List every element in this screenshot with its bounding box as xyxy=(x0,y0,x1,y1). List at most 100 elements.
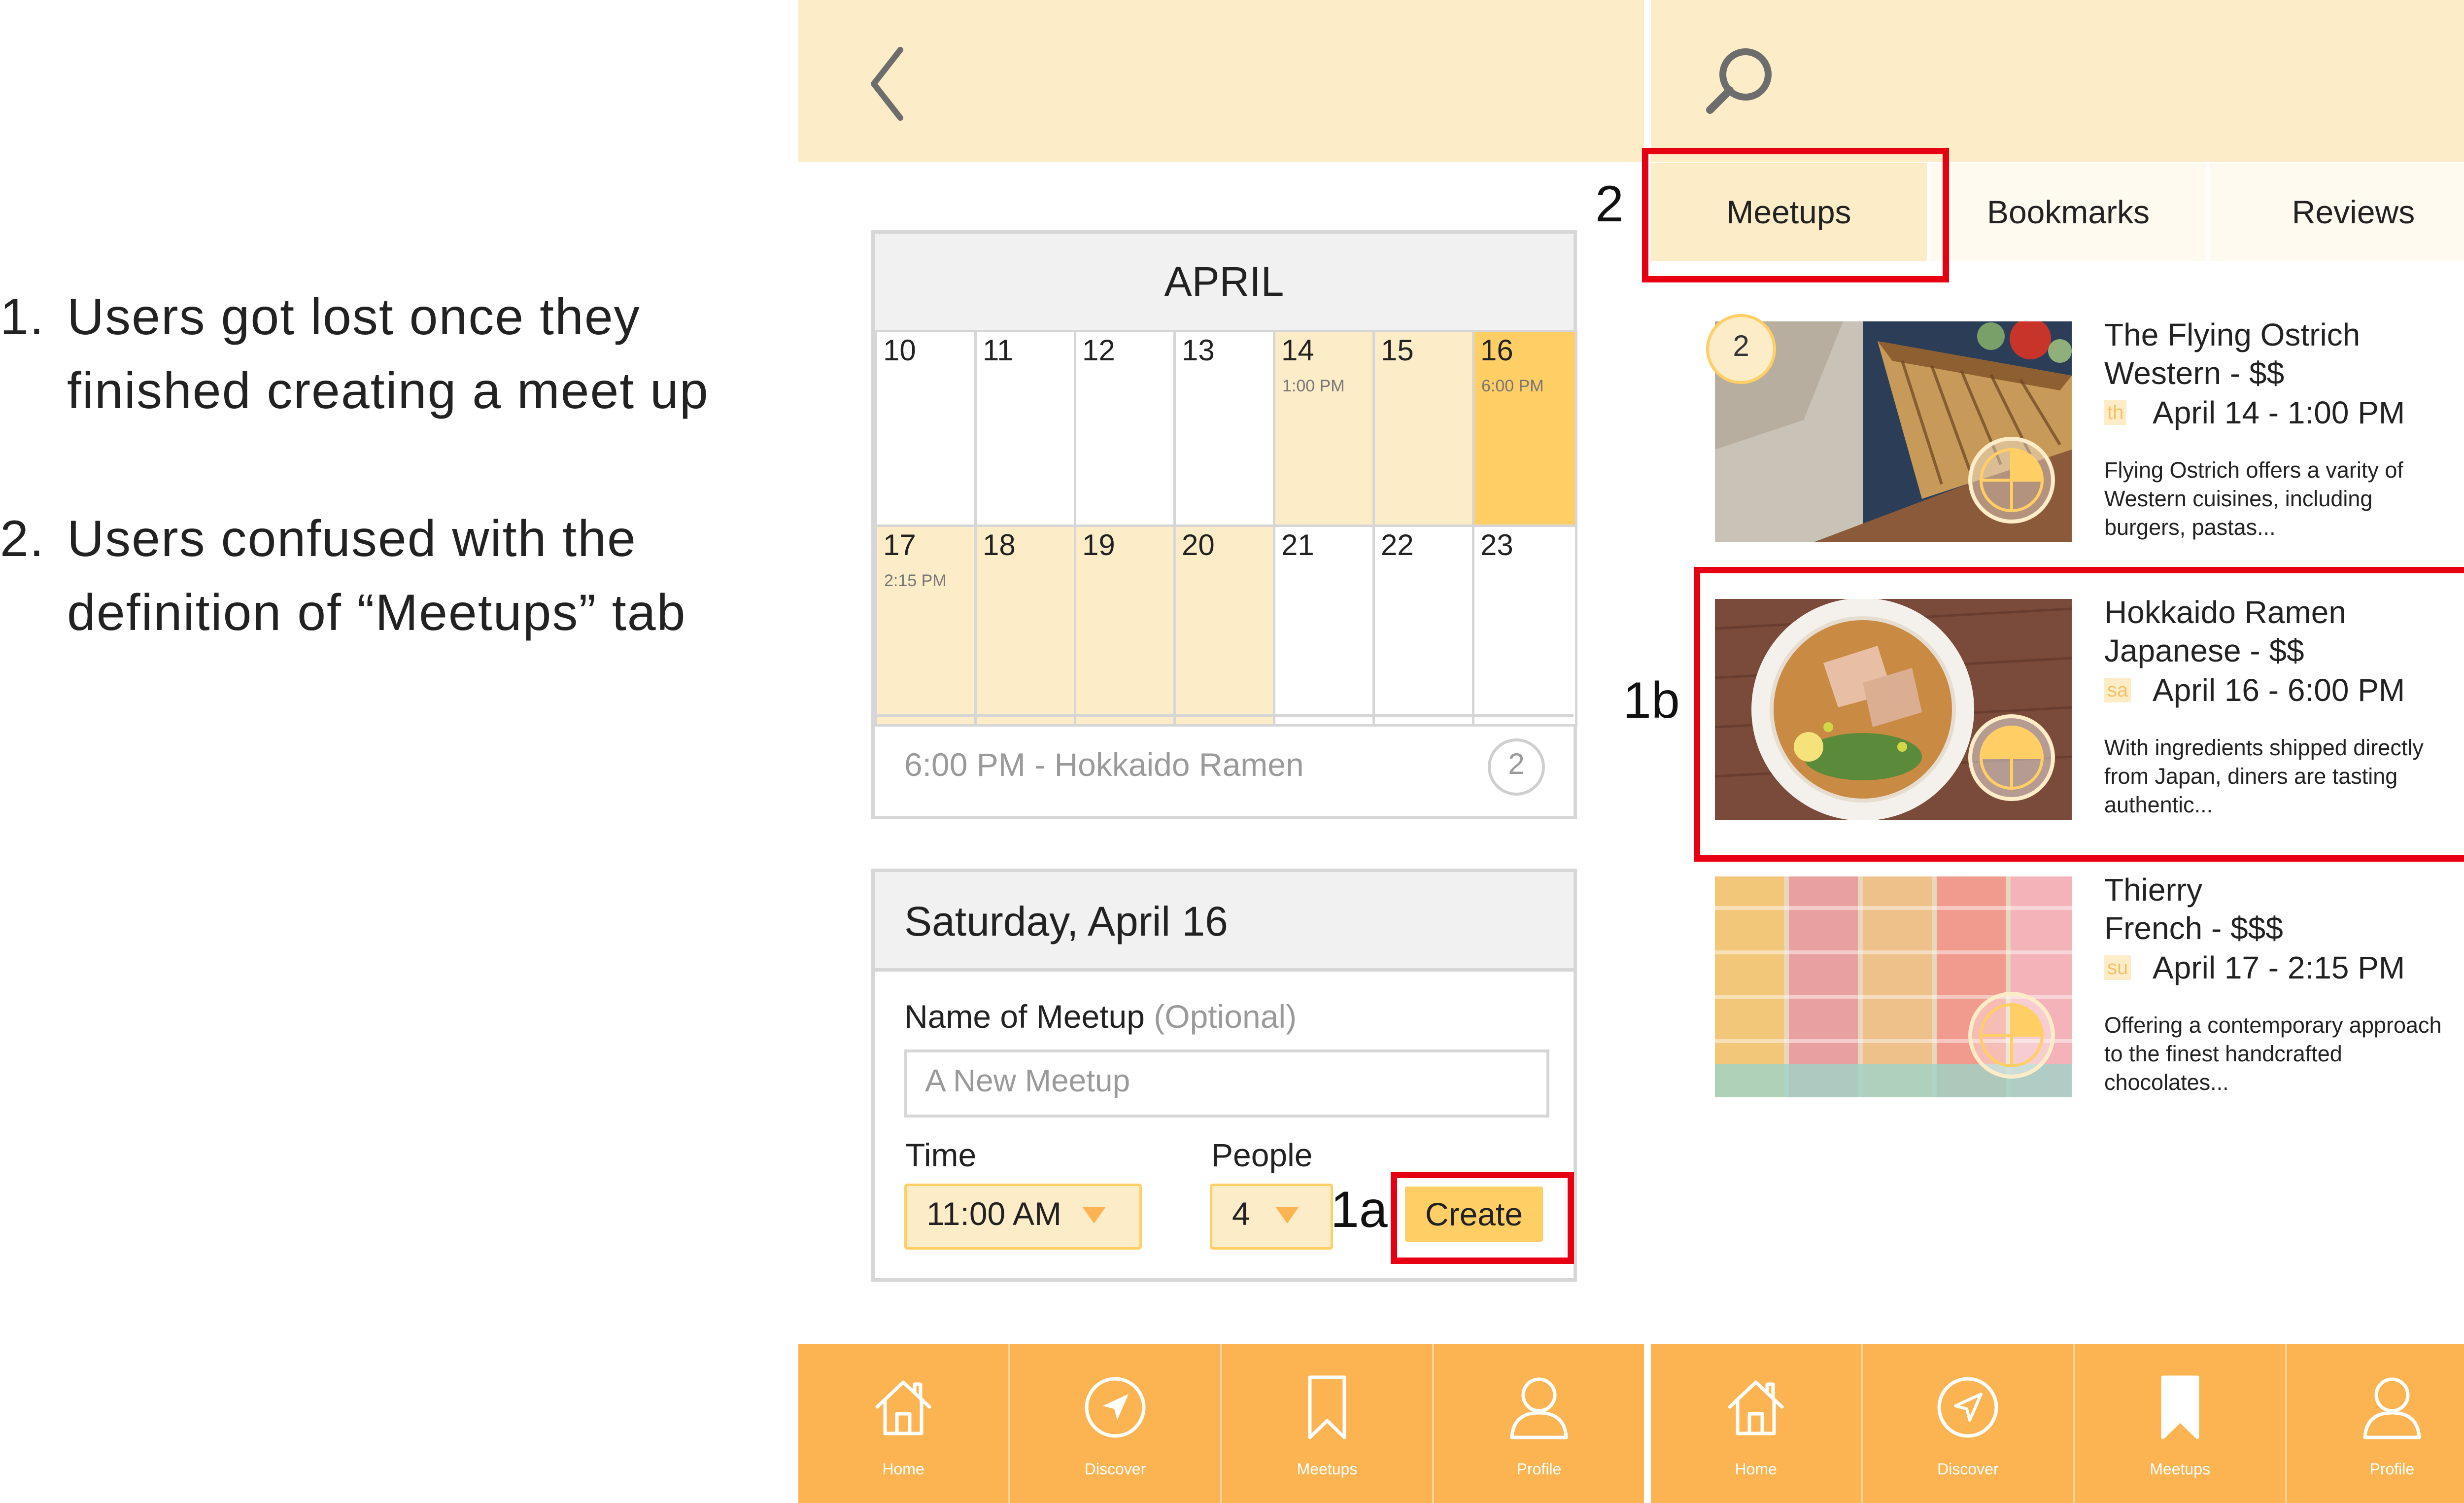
calendar-day[interactable]: 23 xyxy=(1472,524,1577,727)
day-event-time: 6:00 PM xyxy=(1481,377,1544,395)
nav-discover[interactable]: Discover xyxy=(1008,1344,1220,1503)
day-event-time: 2:15 PM xyxy=(884,571,947,590)
home-icon xyxy=(1728,1380,1784,1435)
nav-label: Home xyxy=(1735,1460,1777,1478)
nav-profile[interactable]: Profile xyxy=(1432,1344,1644,1503)
calendar: APRIL 10 11 12 13 14 1:00 PM 15 16 6:00 PM 17 2:15… xyxy=(871,230,1577,819)
restaurant-cuisine: French - $$$ xyxy=(2104,910,2283,946)
restaurant-description: Flying Ostrich offers a varity of Wester… xyxy=(2104,457,2403,540)
capacity-pie-icon xyxy=(1968,437,2055,524)
calendar-day[interactable]: 12 xyxy=(1074,330,1181,532)
meetup-name-label: Name of Meetup (Optional) xyxy=(904,998,1297,1035)
optional-label: (Optional) xyxy=(1154,998,1297,1035)
form-header: Saturday, April 16 xyxy=(875,872,1574,972)
calendar-event-label: 6:00 PM - Hokkaido Ramen xyxy=(904,746,1304,783)
callout-2: 2 xyxy=(1595,175,1624,233)
calendar-day[interactable]: 21 xyxy=(1273,524,1380,727)
calendar-month: APRIL xyxy=(875,234,1574,333)
day-event-time: 1:00 PM xyxy=(1282,377,1345,395)
day-number: 16 xyxy=(1480,334,1513,367)
nav-label: Discover xyxy=(1937,1460,1999,1478)
tab-bookmarks[interactable]: Bookmarks xyxy=(1930,163,2206,261)
day-number: 17 xyxy=(883,528,916,561)
nav-label: Meetups xyxy=(2150,1460,2210,1478)
attendee-count: 2 xyxy=(1508,747,1525,780)
restaurant-cuisine: Western - $$ xyxy=(2104,355,2285,391)
day-number: 22 xyxy=(1381,528,1414,561)
top-bar xyxy=(798,0,1644,162)
day-badge: th xyxy=(2104,400,2127,425)
attendee-count: 2 xyxy=(1733,329,1749,362)
calendar-event[interactable]: 6:00 PM - Hokkaido Ramen 2 xyxy=(875,714,1574,816)
profile-icon xyxy=(1510,1377,1568,1439)
meetup-date: April 17 - 2:15 PM xyxy=(2153,950,2405,985)
nav-meetups[interactable]: Meetups xyxy=(1220,1344,1432,1503)
tab-divider xyxy=(2206,163,2210,261)
day-number: 23 xyxy=(1480,528,1513,561)
meetup-date: April 14 - 1:00 PM xyxy=(2153,395,2405,430)
restaurant-name: The Flying Ostrich xyxy=(2104,317,2361,352)
time-select[interactable]: 11:00 AM xyxy=(904,1184,1142,1250)
day-number: 14 xyxy=(1281,334,1314,367)
dropdown-arrow-icon xyxy=(1275,1207,1299,1223)
attendee-count-badge: 2 xyxy=(1706,314,1776,384)
attendee-count-badge: 2 xyxy=(1488,738,1545,796)
chevron-left-icon[interactable] xyxy=(870,47,904,121)
meetup-name-input[interactable]: A New Meetup xyxy=(904,1049,1549,1118)
calendar-day[interactable]: 15 xyxy=(1372,330,1479,532)
calendar-day[interactable]: 14 1:00 PM xyxy=(1273,330,1380,532)
nav-label: Discover xyxy=(1084,1460,1146,1478)
people-select[interactable]: 4 xyxy=(1210,1184,1333,1250)
result-item[interactable]: 2 The Flying Ostrich Western - $$ th Apr… xyxy=(1706,314,2449,552)
nav-discover[interactable]: Discover xyxy=(1861,1344,2073,1503)
calendar-day[interactable]: 22 xyxy=(1372,524,1479,727)
day-number: 12 xyxy=(1082,334,1115,367)
day-number: 21 xyxy=(1281,528,1314,561)
compass-icon xyxy=(1937,1377,1998,1438)
annotation-box-result xyxy=(1694,567,2464,862)
calendar-day[interactable]: 17 2:15 PM xyxy=(875,524,982,727)
people-label: People xyxy=(1211,1137,1313,1173)
nav-home[interactable]: Home xyxy=(1651,1344,1861,1503)
nav-label: Profile xyxy=(1516,1460,1562,1478)
time-value: 11:00 AM xyxy=(926,1195,1061,1232)
day-number: 19 xyxy=(1082,528,1115,561)
search-bar xyxy=(1651,0,2464,162)
calendar-day[interactable]: 19 xyxy=(1074,524,1181,727)
calendar-day[interactable]: 18 xyxy=(974,524,1081,727)
annotation-box-tab xyxy=(1642,148,1949,282)
day-number: 13 xyxy=(1182,334,1215,367)
note-text: Users confused with the definition of “M… xyxy=(67,510,686,641)
nav-profile[interactable]: Profile xyxy=(2285,1344,2464,1503)
tab-reviews[interactable]: Reviews xyxy=(2210,163,2464,261)
bottom-nav-right: Home Discover Meetups Profile xyxy=(1651,1344,2464,1503)
nav-meetups[interactable]: Meetups xyxy=(2073,1344,2285,1503)
calendar-day[interactable]: 11 xyxy=(974,330,1081,532)
time-label: Time xyxy=(905,1137,977,1173)
day-number: 20 xyxy=(1182,528,1215,561)
calendar-day[interactable]: 13 xyxy=(1173,330,1280,532)
bottom-nav-left: Home Discover Meetups Profile xyxy=(798,1344,1644,1503)
profile-icon xyxy=(2363,1377,2421,1439)
search-icon[interactable] xyxy=(1704,47,1773,116)
bookmark-filled-icon xyxy=(2161,1375,2199,1439)
meetup-name-placeholder: A New Meetup xyxy=(925,1063,1130,1098)
calendar-day[interactable]: 10 xyxy=(875,330,982,532)
result-item[interactable]: Thierry French - $$$ su April 17 - 2:15 … xyxy=(1710,871,2449,1107)
bookmark-icon xyxy=(1308,1375,1346,1439)
nav-label: Meetups xyxy=(1297,1460,1358,1478)
form-date-title: Saturday, April 16 xyxy=(904,898,1228,944)
nav-home[interactable]: Home xyxy=(798,1344,1008,1503)
capacity-pie-icon xyxy=(1968,992,2055,1079)
day-number: 18 xyxy=(983,528,1016,561)
restaurant-name: Thierry xyxy=(2104,872,2203,908)
calendar-day[interactable]: 16 6:00 PM xyxy=(1472,330,1577,532)
calendar-day[interactable]: 20 xyxy=(1173,524,1280,727)
day-number: 11 xyxy=(983,334,1014,367)
note-text: Users got lost once they finished creati… xyxy=(67,288,709,419)
note-number: 2. xyxy=(0,510,45,567)
dropdown-arrow-icon xyxy=(1082,1207,1106,1223)
callout-1b: 1b xyxy=(1623,672,1680,729)
home-icon xyxy=(875,1380,931,1435)
day-badge: su xyxy=(2104,955,2131,980)
